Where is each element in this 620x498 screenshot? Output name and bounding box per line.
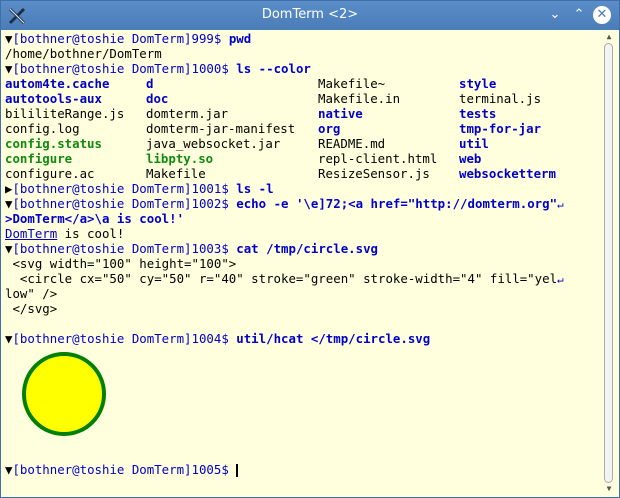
prompt: [bothner@toshie DomTerm]999$ <box>12 31 229 46</box>
vertical-scrollbar[interactable]: ▲ ▼ <box>601 31 616 495</box>
output-line: <circle cx="50" cy="50" r="40" stroke="g… <box>5 271 564 286</box>
directory-entry: d <box>146 76 154 91</box>
file-entry: configure.ac <box>5 166 95 181</box>
domterm-link[interactable]: DomTerm <box>5 226 57 241</box>
minimize-button[interactable]: ⌄ <box>547 7 563 23</box>
file-entry: Makefile.in <box>318 91 401 106</box>
scroll-down-icon[interactable]: ▼ <box>604 485 614 493</box>
prompt: [bothner@toshie DomTerm]1002$ <box>12 196 237 211</box>
command-text: ls --color <box>236 61 311 76</box>
command-text: cat /tmp/circle.svg <box>236 241 379 256</box>
directory-entry: util <box>459 136 489 151</box>
command-text: ls -l <box>236 181 274 196</box>
output-text: <circle cx="50" cy="50" r="40" stroke="g… <box>5 271 558 286</box>
executable-entry: config.status <box>5 136 102 151</box>
output-text: is cool! <box>57 226 125 241</box>
command-text: pwd <box>228 31 252 46</box>
command-text: echo -e '\e]72;<a href="http://domterm.o… <box>236 196 558 211</box>
file-entry: Makefile <box>146 166 206 181</box>
directory-entry: web <box>459 151 482 166</box>
directory-entry: org <box>318 121 341 136</box>
line-wrap-icon: ↵ <box>557 273 564 286</box>
output-line: DomTerm is cool! <box>5 226 124 241</box>
scroll-up-icon[interactable]: ▲ <box>604 33 614 41</box>
command-line: ▼[bothner@toshie DomTerm]1005$ <box>5 462 239 477</box>
ls-output: autom4te.cache autotools-aux bililiteRange… <box>5 76 599 181</box>
prompt: [bothner@toshie DomTerm]1003$ <box>12 241 237 256</box>
command-line: ▼[bothner@toshie DomTerm]1003$ cat /tmp/… <box>5 241 378 256</box>
file-entry: bililiteRange.js <box>5 106 125 121</box>
command-line: ▶[bothner@toshie DomTerm]1001$ ls -l <box>5 181 274 196</box>
svg-circle-image <box>22 352 106 436</box>
command-line: ▼[bothner@toshie DomTerm]1002$ echo -e '… <box>5 196 564 211</box>
output-line: <svg width="100" height="100"> <box>5 256 237 271</box>
executable-entry: configure <box>5 151 73 166</box>
directory-entry: tests <box>459 106 497 121</box>
file-entry: domterm-jar-manifest <box>146 121 296 136</box>
directory-entry: doc <box>146 91 169 106</box>
command-line: ▼[bothner@toshie DomTerm]1000$ ls --colo… <box>5 61 311 76</box>
output-line: low" /> <box>5 286 58 301</box>
terminal-output[interactable]: ▼[bothner@toshie DomTerm]999$ pwd /home/… <box>5 31 599 495</box>
scrollbar-track[interactable] <box>604 43 613 483</box>
file-entry: repl-client.html <box>318 151 438 166</box>
prompt: [bothner@toshie DomTerm]1001$ <box>12 181 237 196</box>
prompt: [bothner@toshie DomTerm]1004$ <box>12 331 237 346</box>
file-entry: README.md <box>318 136 386 151</box>
command-line: ▼[bothner@toshie DomTerm]999$ pwd <box>5 31 251 46</box>
window-title: DomTerm <2> <box>261 7 359 22</box>
file-entry: terminal.js <box>459 91 542 106</box>
directory-entry: autotools-aux <box>5 91 102 106</box>
directory-entry: websocketterm <box>459 166 556 181</box>
text-cursor <box>236 464 239 477</box>
maximize-button[interactable]: ⌃ <box>571 7 587 23</box>
command-text: util/hcat </tmp/circle.svg <box>236 331 431 346</box>
line-wrap-icon: ↵ <box>557 198 564 211</box>
command-line: ▼[bothner@toshie DomTerm]1004$ util/hcat… <box>5 331 430 346</box>
yellow-circle <box>22 352 106 436</box>
output-line: </svg> <box>5 301 58 316</box>
file-entry: domterm.jar <box>146 106 229 121</box>
title-bar[interactable]: DomTerm <2> ⌄ ⌃ ✕ <box>1 1 619 30</box>
file-entry: java_websocket.jar <box>146 136 281 151</box>
directory-entry: native <box>318 106 363 121</box>
file-entry: Makefile~ <box>318 76 386 91</box>
prompt: [bothner@toshie DomTerm]1005$ <box>12 462 237 477</box>
file-entry: config.log <box>5 121 80 136</box>
executable-entry: libpty.so <box>146 151 214 166</box>
directory-entry: autom4te.cache <box>5 76 110 91</box>
command-continuation: >DomTerm</a>\a is cool!' <box>5 211 185 226</box>
output-line: /home/bothner/DomTerm <box>5 46 162 61</box>
terminal-window: DomTerm <2> ⌄ ⌃ ✕ ▼[bothner@toshie DomTe… <box>0 0 620 498</box>
directory-entry: tmp-for-jar <box>459 121 542 136</box>
directory-entry: style <box>459 76 497 91</box>
file-entry: ResizeSensor.js <box>318 166 430 181</box>
close-button[interactable]: ✕ <box>593 6 611 24</box>
prompt: [bothner@toshie DomTerm]1000$ <box>12 61 237 76</box>
